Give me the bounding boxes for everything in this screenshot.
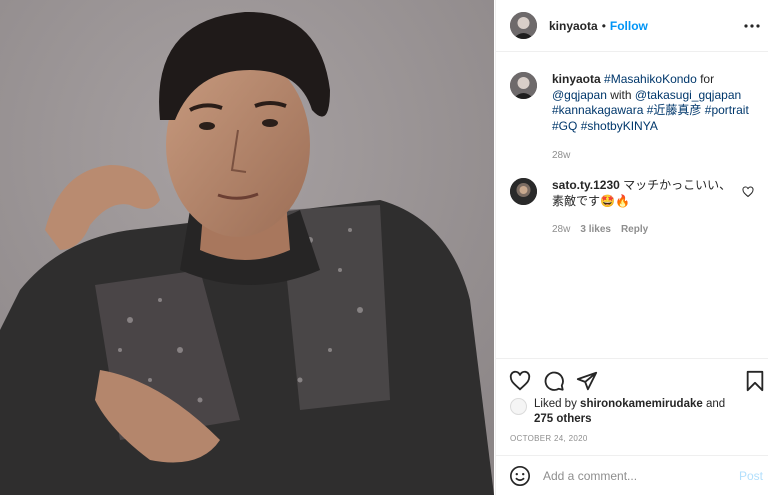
caption-text-segment: with	[606, 87, 635, 102]
caption-username[interactable]: kinyaota	[552, 72, 601, 86]
post-caption: kinyaota #MasahikoKondo for @gqjapan wit…	[510, 72, 760, 134]
likes-joiner: and	[705, 398, 726, 410]
commenter-username[interactable]: sato.ty.1230	[552, 178, 620, 192]
post-photo[interactable]	[0, 0, 494, 495]
like-heart-icon[interactable]	[509, 370, 531, 392]
comment-bubble-icon[interactable]	[543, 370, 565, 392]
liker-avatar[interactable]	[510, 398, 527, 415]
caption-hashtag-link[interactable]: #kannakagawara	[552, 103, 643, 117]
caption-text: kinyaota #MasahikoKondo for @gqjapan wit…	[552, 72, 752, 134]
comment-timestamp[interactable]: 28w	[552, 224, 570, 235]
comment-meta: 28w 3 likes Reply	[552, 224, 648, 235]
save-bookmark-icon[interactable]	[744, 370, 766, 392]
post-date[interactable]: OCTOBER 24, 2020	[510, 434, 588, 443]
caption-hashtag-link[interactable]: @gqjapan	[552, 88, 607, 102]
add-comment-bar: Post	[496, 455, 768, 495]
emoji-smiley-icon[interactable]	[509, 465, 531, 487]
caption-hashtag-link[interactable]: #GQ	[552, 119, 577, 133]
comment-reply-button[interactable]: Reply	[621, 224, 648, 235]
liker-username[interactable]: shironokamemirudake	[580, 398, 703, 410]
likes-text: Liked by shironokamemirudake and 275 oth…	[534, 397, 734, 427]
caption-text-segment: for	[696, 72, 715, 86]
likes-others[interactable]: 275 others	[534, 413, 592, 425]
likes-summary: Liked by shironokamemirudake and 275 oth…	[510, 397, 734, 427]
post-comment-button[interactable]: Post	[739, 469, 763, 483]
author-avatar[interactable]	[510, 12, 537, 39]
comment-text: sato.ty.1230 マッチかっこいい、素敵です🤩🔥	[552, 178, 732, 209]
comment-like-heart-icon[interactable]	[742, 186, 754, 198]
comment-likes-count[interactable]: 3 likes	[580, 224, 611, 235]
caption-timestamp[interactable]: 28w	[552, 150, 570, 161]
caption-hashtag-link[interactable]: #shotbyKINYA	[581, 119, 658, 133]
post-side-panel: kinyaota • Follow kinyaota #MasahikoKond…	[495, 0, 768, 495]
comment-item: sato.ty.1230 マッチかっこいい、素敵です🤩🔥	[510, 178, 760, 209]
separator-dot: •	[601, 18, 606, 33]
follow-button[interactable]: Follow	[610, 19, 648, 33]
more-horizontal-icon[interactable]	[743, 17, 761, 35]
post-header: kinyaota • Follow	[496, 0, 768, 52]
post-actions-bar	[496, 358, 768, 400]
share-paper-plane-icon[interactable]	[576, 370, 598, 392]
commenter-avatar[interactable]	[510, 178, 537, 205]
caption-hashtag-link[interactable]: #MasahikoKondo	[604, 72, 697, 86]
likes-prefix: Liked by	[534, 398, 577, 410]
portrait-image	[0, 0, 494, 495]
comment-input[interactable]	[543, 468, 713, 483]
caption-hashtag-link[interactable]: @takasugi_gqjapan	[635, 88, 741, 102]
caption-avatar[interactable]	[510, 72, 537, 99]
caption-hashtag-link[interactable]: #portrait	[705, 103, 749, 117]
caption-hashtag-link[interactable]: #近藤真彦	[647, 103, 702, 117]
author-username[interactable]: kinyaota	[549, 19, 598, 33]
